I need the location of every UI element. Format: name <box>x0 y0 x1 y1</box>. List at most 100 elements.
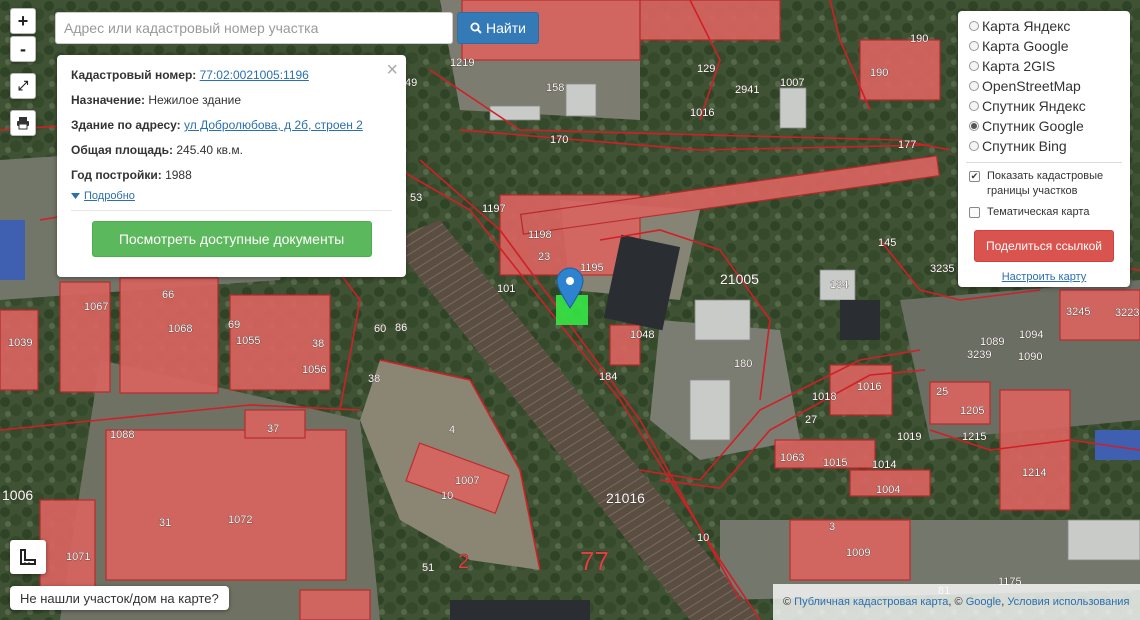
parcel-number-label: 38 <box>368 373 380 385</box>
parcel-number-label: 184 <box>599 371 617 383</box>
measure-tool-button[interactable] <box>10 540 46 574</box>
configure-map-link[interactable]: Настроить карту <box>966 271 1122 283</box>
parcel-number-label: 1016 <box>690 107 714 119</box>
parcel-number-label: 3235 <box>930 263 954 275</box>
radio-icon[interactable] <box>969 41 979 51</box>
basemap-option-label: OpenStreetMap <box>982 78 1081 94</box>
parcel-number-label: 1063 <box>780 452 804 464</box>
basemap-option-label: Спутник Bing <box>982 138 1067 154</box>
search-input[interactable] <box>55 12 453 44</box>
parcel-number-label: 23 <box>538 251 550 263</box>
checkbox-icon[interactable]: ✔ <box>969 171 980 182</box>
year-label: Год постройки: <box>71 168 162 182</box>
parcel-number-label: 1215 <box>962 431 986 443</box>
cadastral-number-label: Кадастровый номер: <box>71 68 197 82</box>
basemap-option[interactable]: Карта 2GIS <box>966 56 1122 76</box>
parcel-number-label: 1089 <box>980 336 1004 348</box>
parcel-number-label: 86 <box>395 322 407 334</box>
parcel-number-label: 158 <box>546 82 564 94</box>
divider <box>71 210 392 211</box>
parcel-number-label: 1016 <box>857 381 881 393</box>
print-button[interactable] <box>10 110 36 136</box>
radio-icon[interactable] <box>969 101 979 111</box>
parcel-number-label: 1088 <box>110 429 134 441</box>
parcel-number-label: 3223 <box>1115 307 1139 319</box>
radio-icon[interactable] <box>969 21 979 31</box>
thematic-map-checkbox[interactable]: Тематическая карта <box>966 205 1122 220</box>
parcel-number-label: 31 <box>159 517 171 529</box>
parcel-number-label: 49 <box>405 77 417 89</box>
parcel-number-label: 27 <box>805 414 817 426</box>
radio-icon[interactable] <box>969 121 979 131</box>
basemap-option[interactable]: Спутник Bing <box>966 136 1122 156</box>
zoom-out-button[interactable]: - <box>10 36 36 62</box>
parcel-number-label: 1067 <box>84 301 108 313</box>
basemap-option[interactable]: Карта Яндекс <box>966 16 1122 36</box>
basemap-option[interactable]: Спутник Google <box>966 116 1122 136</box>
not-found-button[interactable]: Не нашли участок/дом на карте? <box>10 586 229 610</box>
share-link-button[interactable]: Поделиться ссылкой <box>974 230 1114 262</box>
parcel-number-label: 37 <box>267 423 279 435</box>
google-link[interactable]: Google <box>966 596 1001 608</box>
parcel-number-label: 1068 <box>168 323 192 335</box>
parcel-number-label: 66 <box>162 289 174 301</box>
checkbox-icon[interactable] <box>969 207 980 218</box>
parcel-number-label: 1205 <box>960 405 984 417</box>
parcel-number-label: 101 <box>497 283 515 295</box>
parcel-number-label: 1071 <box>66 551 90 563</box>
basemap-option-label: Карта Яндекс <box>982 18 1071 34</box>
more-details-label: Подробно <box>84 190 135 202</box>
find-button[interactable]: Найти <box>457 12 539 44</box>
parcel-number-label: 190 <box>870 67 888 79</box>
ruler-icon <box>20 549 36 565</box>
basemap-option-label: Спутник Google <box>982 118 1084 134</box>
parcel-number-label: 1056 <box>302 364 326 376</box>
year-value: 1988 <box>165 168 192 182</box>
basemap-option-label: Карта 2GIS <box>982 58 1056 74</box>
parcel-number-label: 2 <box>458 551 469 573</box>
basemap-list: Карта Яндекс Карта Google Карта 2GIS OpenSt… <box>966 16 1122 156</box>
parcel-number-label: 1048 <box>630 329 654 341</box>
parcel-number-label: 145 <box>878 237 896 249</box>
parcel-number-label: 77 <box>580 546 609 576</box>
show-borders-checkbox[interactable]: ✔ Показать кадастровые границы участков <box>966 169 1122 199</box>
parcel-number-label: 53 <box>410 192 422 204</box>
attribution-separator: , © <box>948 596 963 608</box>
close-icon[interactable]: × <box>386 59 398 82</box>
parcel-number-label: 38 <box>312 338 324 350</box>
parcel-number-label: 1039 <box>8 337 32 349</box>
purpose-row: Назначение: Нежилое здание <box>71 88 392 113</box>
radio-icon[interactable] <box>969 141 979 151</box>
parcel-number-label: 134 <box>830 279 848 291</box>
caret-down-icon <box>71 193 80 199</box>
attribution-separator: , <box>1001 596 1005 608</box>
address-label: Здание по адресу: <box>71 118 181 132</box>
zoom-in-button[interactable]: + <box>10 8 36 34</box>
basemap-option[interactable]: OpenStreetMap <box>966 76 1122 96</box>
address-link[interactable]: ул Добролюбова, д 2б, строен 2 <box>184 118 363 132</box>
parcel-number-label: 3239 <box>967 349 991 361</box>
cadastral-number-link[interactable]: 77:02:0021005:1196 <box>200 68 309 82</box>
purpose-value: Нежилое здание <box>148 93 242 107</box>
more-details-link[interactable]: Подробно <box>71 190 392 202</box>
parcel-number-label: 1006 <box>2 487 33 503</box>
parcel-number-label: 1072 <box>228 514 252 526</box>
fullscreen-button[interactable]: ⤢ <box>10 73 36 99</box>
radio-icon[interactable] <box>969 81 979 91</box>
area-label: Общая площадь: <box>71 143 174 157</box>
parcel-number-label: 21005 <box>720 271 759 287</box>
find-button-label: Найти <box>486 20 526 36</box>
parcel-info-popup: × Кадастровый номер: 77:02:0021005:1196 … <box>57 55 406 277</box>
basemap-option[interactable]: Спутник Яндекс <box>966 96 1122 116</box>
view-documents-button[interactable]: Посмотреть доступные документы <box>91 221 372 257</box>
parcel-number-label: 1009 <box>846 547 870 559</box>
basemap-option[interactable]: Карта Google <box>966 36 1122 56</box>
radio-icon[interactable] <box>969 61 979 71</box>
terms-link[interactable]: Условия использования <box>1007 596 1129 608</box>
layers-panel: Карта Яндекс Карта Google Карта 2GIS OpenSt… <box>958 11 1130 287</box>
cadastral-number-row: Кадастровый номер: 77:02:0021005:1196 <box>71 63 392 88</box>
parcel-number-label: 177 <box>898 139 916 151</box>
address-row: Здание по адресу: ул Добролюбова, д 2б, … <box>71 113 392 138</box>
pkk-link[interactable]: Публичная кадастровая карта <box>794 596 948 608</box>
copyright-symbol: © <box>783 596 792 608</box>
